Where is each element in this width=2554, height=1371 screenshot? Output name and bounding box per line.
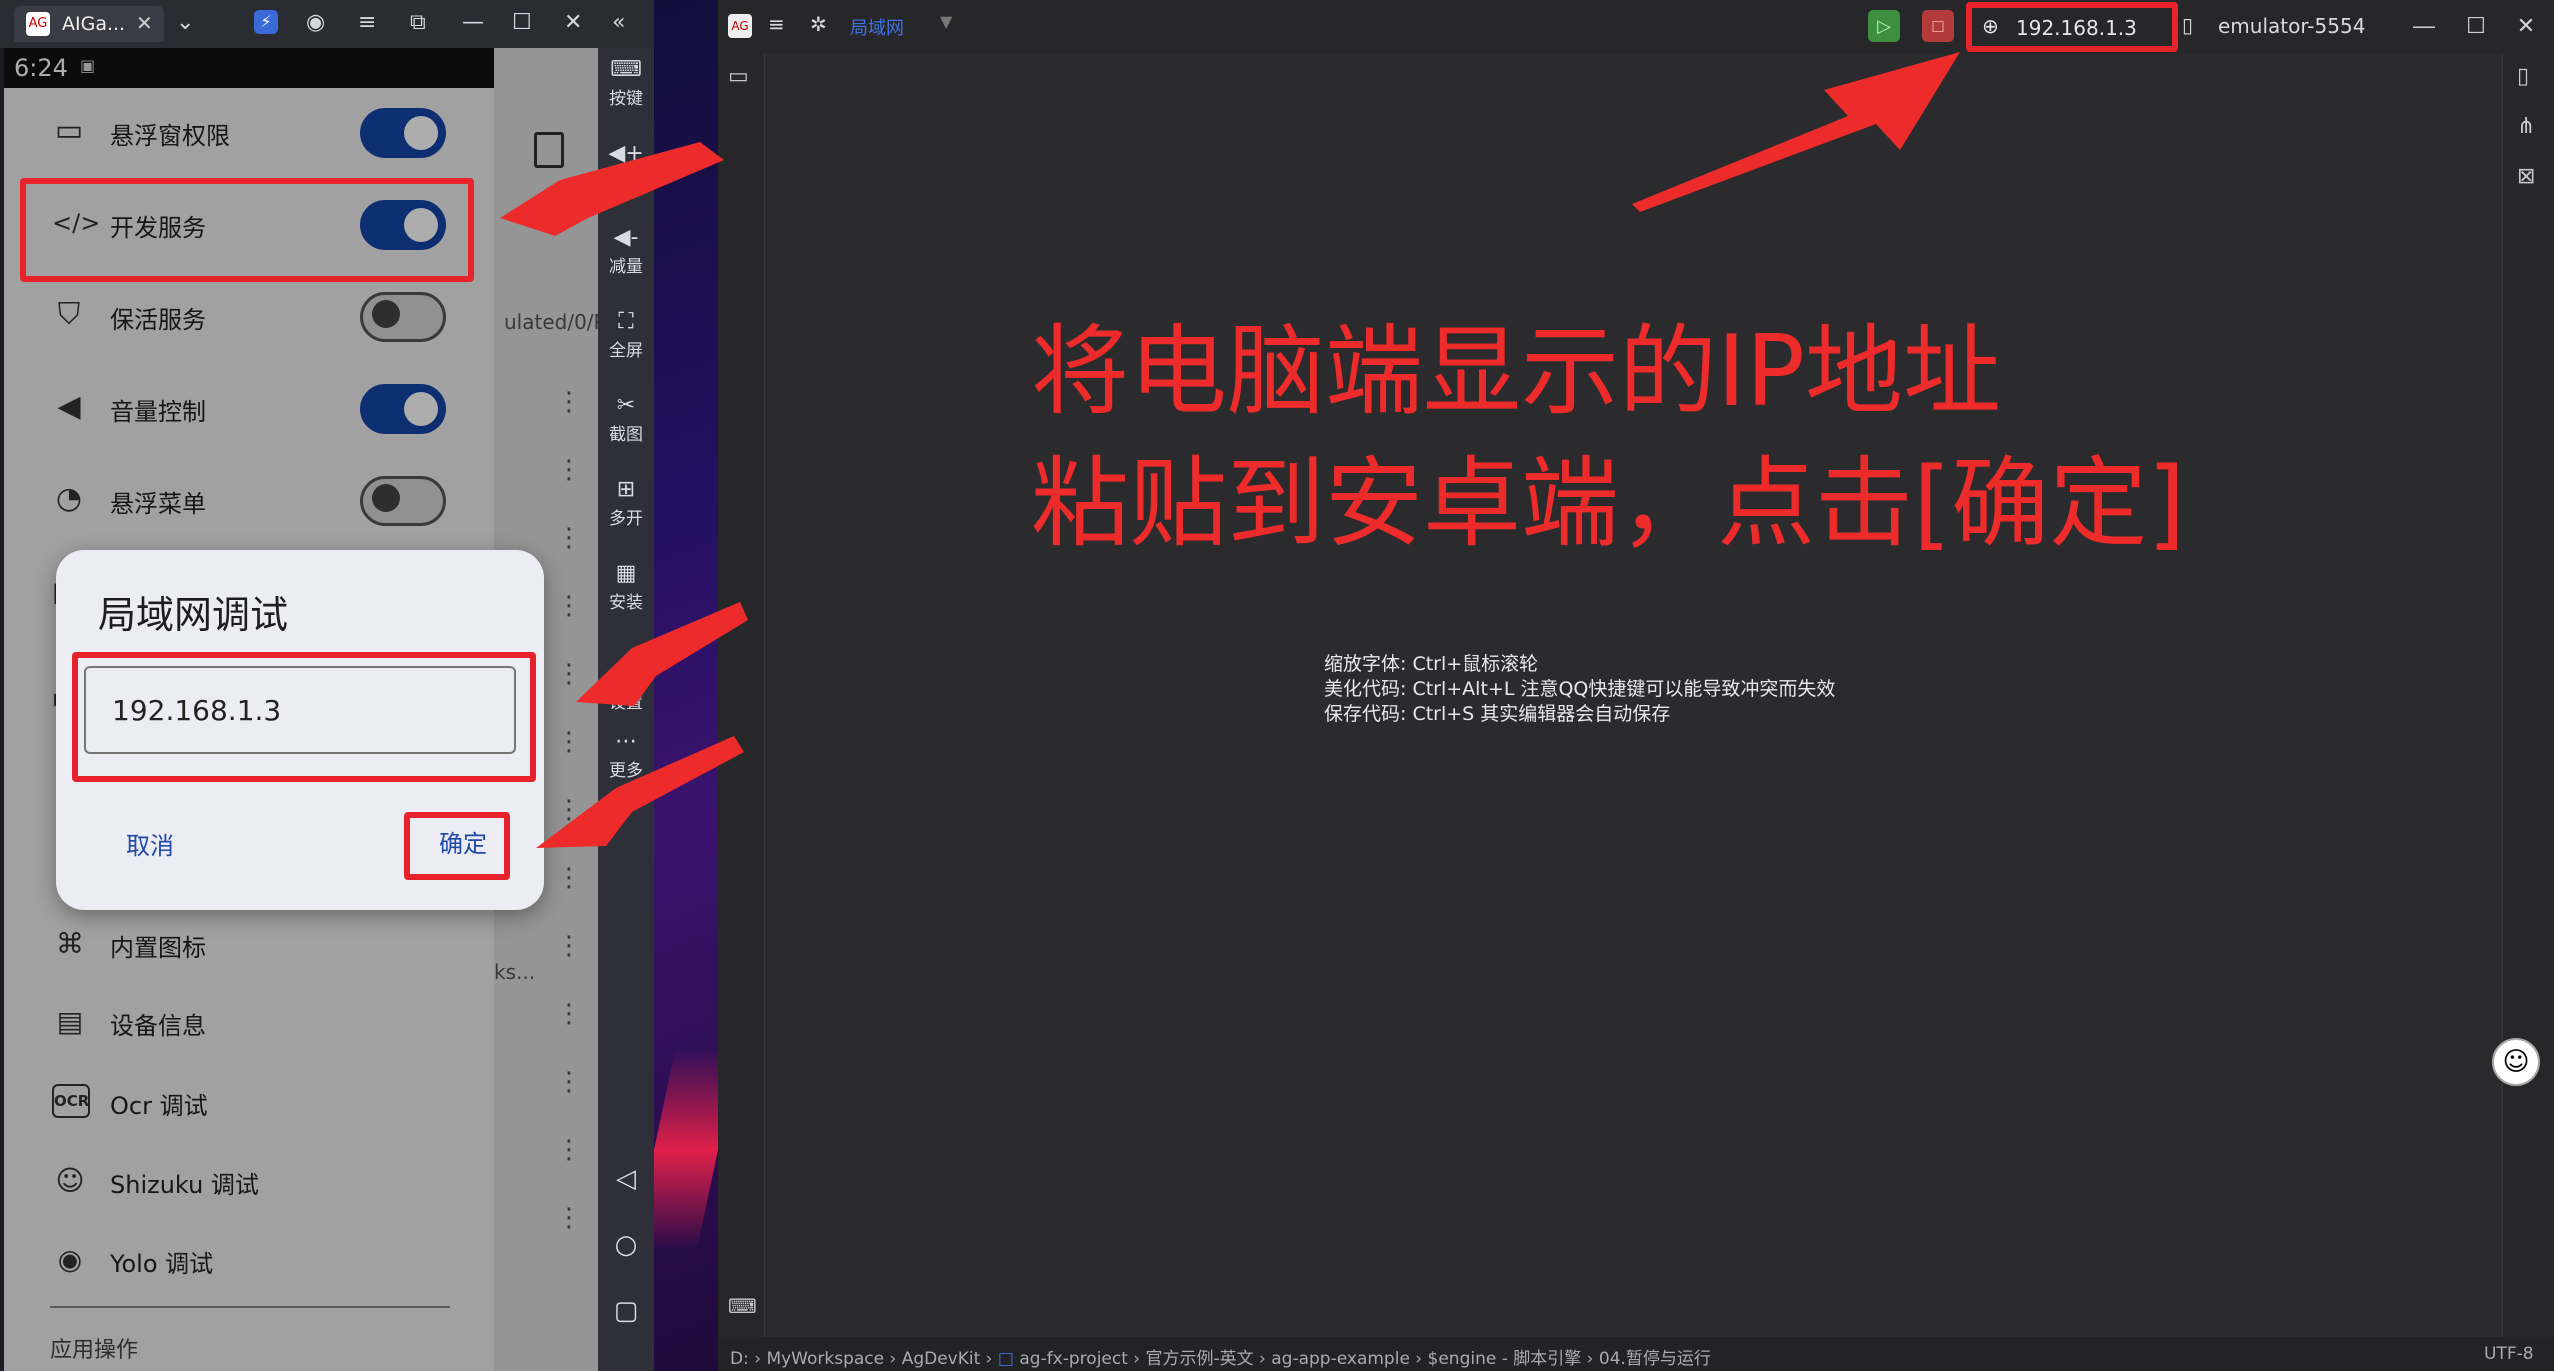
breadcrumb-item[interactable]: AgDevKit <box>902 1349 981 1369</box>
cancel-button[interactable]: 取消 <box>126 826 174 861</box>
assistant-avatar[interactable]: ☺ <box>2492 1038 2540 1086</box>
hierarchy-icon[interactable]: ⋔ <box>2517 114 2535 139</box>
popout-icon[interactable]: ⧉ <box>410 10 426 35</box>
breadcrumb-item[interactable]: ag-app-example <box>1271 1349 1410 1369</box>
breadcrumb-item[interactable]: MyWorkspace <box>766 1349 884 1369</box>
breadcrumb-item[interactable]: $engine - 脚本引擎 <box>1428 1349 1582 1369</box>
mode-dropdown-icon[interactable]: ▼ <box>940 12 952 31</box>
toolbar-more[interactable]: ⋯ 更多 <box>598 728 654 781</box>
instruction-line-1: 将电脑端显示的IP地址 <box>1031 315 2001 429</box>
close-icon[interactable]: ✕ <box>2506 10 2546 42</box>
ide-title-bar: AG ≡ ✲ 局域网 ▼ ▷ □ ⊕ 192.168.1.3 ▯ emulato… <box>718 0 2554 55</box>
minimize-icon[interactable]: — <box>2404 10 2444 42</box>
nav-recents-icon[interactable]: ▢ <box>598 1296 654 1326</box>
account-icon[interactable]: ◉ <box>306 10 325 35</box>
toolbar-fullscreen[interactable]: ⛶ 全屏 <box>598 308 654 361</box>
chevron-down-icon[interactable]: ⌄ <box>176 10 194 35</box>
bug-icon[interactable]: ✲ <box>810 12 827 36</box>
breadcrumb-item[interactable]: D: <box>730 1349 749 1369</box>
emulator-window: AG AIGa... ✕ ⌄ ⚡ ◉ ≡ ⧉ — ☐ ✕ « 6:24 ▣ ▼◢… <box>0 0 654 1371</box>
collapse-sidebar-icon[interactable]: « <box>612 10 625 35</box>
breadcrumb-item[interactable]: ag-fx-project <box>1019 1349 1128 1369</box>
shortcut-hints: 缩放字体: Ctrl+鼠标滚轮 美化代码: Ctrl+Alt+L 注意QQ快捷键… <box>1324 652 1835 727</box>
scissors-icon: ✂ <box>616 393 636 418</box>
maximize-icon[interactable]: ☐ <box>2456 10 2496 42</box>
close-icon[interactable]: ✕ <box>564 10 582 35</box>
connection-mode-label[interactable]: 局域网 <box>850 14 904 40</box>
fullscreen-icon: ⛶ <box>618 309 634 334</box>
hamburger-menu-icon[interactable]: ≡ <box>768 12 785 36</box>
emulator-side-toolbar: ⌨ 按键 ◀+ 加量 ◀- 减量 ⛶ 全屏 ✂ 截图 ⊞ 多开 ▦ 安装 设置 ⋯ 更多 ◁ ○… <box>598 48 654 1371</box>
highlight-ok-button <box>404 812 510 880</box>
toolbar-volume-down[interactable]: ◀- 减量 <box>598 224 654 277</box>
keyboard-icon: ⌨ <box>610 57 642 82</box>
toolbar-multi-instance[interactable]: ⊞ 多开 <box>598 476 654 529</box>
node-inspect-icon[interactable]: ⊠ <box>2517 164 2535 189</box>
toolbar-settings[interactable]: 设置 <box>598 688 654 713</box>
nav-back-icon[interactable]: ◁ <box>598 1164 654 1194</box>
toolbar-screenshot[interactable]: ✂ 截图 <box>598 392 654 445</box>
instruction-line-2: 粘贴到安卓端，点击[确定] <box>1031 447 2186 561</box>
breadcrumb: D: › MyWorkspace › AgDevKit › □ ag-fx-pr… <box>730 1349 1711 1369</box>
toolbar-keys[interactable]: ⌨ 按键 <box>598 56 654 109</box>
stop-button[interactable]: □ <box>1922 10 1954 42</box>
volume-up-icon: ◀+ <box>608 141 644 166</box>
emulator-title-bar: AG AIGa... ✕ ⌄ ⚡ ◉ ≡ ⧉ — ☐ ✕ « <box>0 0 654 48</box>
highlight-dev-service <box>20 178 474 282</box>
phone-icon[interactable]: ▯ <box>2517 64 2529 89</box>
toolbar-install[interactable]: ▦ 安装 <box>598 560 654 613</box>
desktop-wallpaper <box>654 0 718 1371</box>
apk-icon: ▦ <box>615 561 637 586</box>
multi-instance-icon: ⊞ <box>616 477 636 502</box>
boost-icon[interactable]: ⚡ <box>254 10 278 34</box>
minimize-icon[interactable]: — <box>462 10 484 35</box>
hint-zoom: 缩放字体: Ctrl+鼠标滚轮 <box>1324 653 1539 675</box>
dialog-title: 局域网调试 <box>98 593 289 637</box>
breadcrumb-item[interactable]: 04.暂停与运行 <box>1599 1349 1711 1369</box>
ide-left-toolbar: ▭ ⌨ <box>718 54 765 1337</box>
highlight-ip-input <box>72 652 536 782</box>
encoding-label[interactable]: UTF-8 <box>2484 1344 2534 1364</box>
maximize-icon[interactable]: ☐ <box>512 10 532 35</box>
device-name[interactable]: emulator-5554 <box>2218 14 2365 38</box>
toolbar-volume-up[interactable]: ◀+ 加量 <box>598 140 654 193</box>
volume-down-icon: ◀- <box>613 225 639 250</box>
highlight-ip-address <box>1966 2 2178 52</box>
run-button[interactable]: ▷ <box>1868 10 1900 42</box>
nav-home-icon[interactable]: ○ <box>598 1230 654 1260</box>
folder-icon[interactable]: ▭ <box>728 64 749 89</box>
breadcrumb-item[interactable]: 官方示例-英文 <box>1146 1349 1254 1369</box>
terminal-icon[interactable]: ⌨ <box>728 1294 757 1318</box>
ide-window: AG ≡ ✲ 局域网 ▼ ▷ □ ⊕ 192.168.1.3 ▯ emulato… <box>718 0 2554 1371</box>
tab-close-icon[interactable]: ✕ <box>136 11 153 35</box>
hint-save: 保存代码: Ctrl+S 其实编辑器会自动保存 <box>1324 703 1671 725</box>
menu-icon[interactable]: ≡ <box>358 10 376 35</box>
emulator-tab[interactable]: AG AIGa... ✕ <box>14 6 164 42</box>
status-bar: D: › MyWorkspace › AgDevKit › □ ag-fx-pr… <box>718 1337 2554 1371</box>
ide-logo-icon: AG <box>728 14 752 38</box>
hint-format: 美化代码: Ctrl+Alt+L 注意QQ快捷键可以能导致冲突而失效 <box>1324 678 1836 700</box>
app-logo-icon: AG <box>26 12 50 36</box>
ide-right-toolbar: ▯ ⋔ ⊠ <box>2502 54 2554 1337</box>
module-icon: □ <box>997 1349 1014 1369</box>
emulator-tab-title: AIGa... <box>62 13 126 35</box>
more-icon: ⋯ <box>615 729 637 754</box>
instruction-annotation: 将电脑端显示的IP地址 粘贴到安卓端，点击[确定] <box>1031 306 2185 570</box>
device-icon: ▯ <box>2182 13 2194 37</box>
